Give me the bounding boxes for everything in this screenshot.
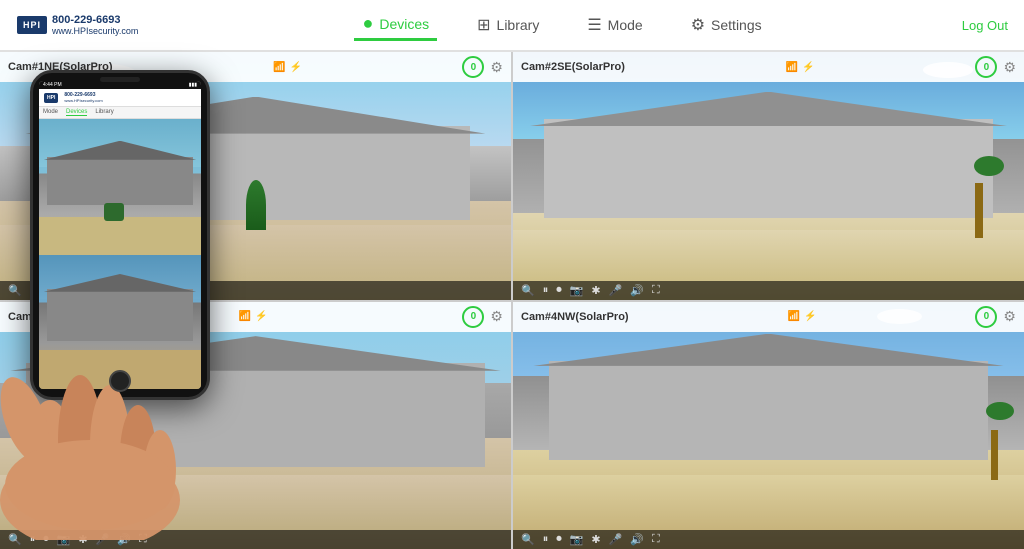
phone-time: 4:44 PM: [43, 82, 62, 88]
cam3-settings-icon[interactable]: ⚙: [490, 308, 503, 325]
phone-nav: Mode Devices Library: [39, 107, 201, 119]
cam4-label-bar: Cam#4NW(SolarPro) 📶 ⚡ 0 ⚙: [513, 302, 1024, 332]
cam3-badge: 0: [462, 306, 484, 328]
nav-library-label: Library: [497, 17, 540, 33]
camera-cell-4: Cam#4NW(SolarPro) 📶 ⚡ 0 ⚙ 🔍 ⏸ ⏺ 📷 ✱ 🎤 🔊: [513, 302, 1024, 549]
phone-nav-library[interactable]: Library: [95, 109, 113, 116]
phone-nav-mode[interactable]: Mode: [43, 109, 58, 116]
cam1-signal-icon: ⚡: [289, 62, 301, 73]
cam4-settings-icon[interactable]: ⚙: [1003, 308, 1016, 325]
cam4-ctrl-fullscreen[interactable]: ⛶: [652, 533, 660, 546]
nav-settings-label: Settings: [711, 17, 762, 33]
cam4-badge: 0: [975, 306, 997, 328]
cam2-badge: 0: [975, 56, 997, 78]
cam1-badge: 0: [462, 56, 484, 78]
cam2-label-bar: Cam#2SE(SolarPro) 📶 ⚡ 0 ⚙: [513, 52, 1024, 82]
cam2-ctrl-record[interactable]: ⏺: [556, 284, 562, 297]
main-nav: ● Devices ⊞ Library ☰ Mode ⚙ Settings: [162, 9, 961, 41]
cam4-wifi-icon: 📶: [788, 311, 800, 322]
logo-icon: HPI: [16, 15, 48, 36]
cam2-title: Cam#2SE(SolarPro): [521, 61, 625, 73]
phone-logo-box: HPI: [44, 93, 58, 103]
nav-library[interactable]: ⊞ Library: [469, 11, 547, 39]
cam4-ctrl-mic[interactable]: 🎤: [609, 533, 623, 546]
cam2-ctrl-photo[interactable]: 📷: [570, 284, 584, 297]
cam4-icons-right: 0 ⚙: [975, 306, 1016, 328]
hand-svg: [0, 220, 210, 540]
cam4-ctrl-pause[interactable]: ⏸: [543, 533, 549, 546]
logout-button[interactable]: Log Out: [962, 18, 1008, 33]
cam4-ctrl-photo[interactable]: 📷: [570, 533, 584, 546]
nav-settings[interactable]: ⚙ Settings: [683, 11, 770, 39]
cam2-ctrl-volume[interactable]: 🔊: [630, 284, 644, 297]
logo-area: HPI 800-229-6693 www.HPIsecurity.com: [16, 14, 138, 36]
cam4-ctrl-search[interactable]: 🔍: [521, 533, 535, 546]
phone-overlay: 4:44 PM ▮▮▮ HPI 800-229-6693 www.HPIsecu…: [0, 40, 270, 530]
nav-mode-label: Mode: [608, 17, 643, 33]
cam1-icons-right: 0 ⚙: [462, 56, 503, 78]
cam4-signal-icon: ⚡: [804, 311, 816, 322]
phone-home-button[interactable]: [109, 370, 131, 392]
library-grid-icon: ⊞: [477, 15, 490, 35]
cam2-settings-icon[interactable]: ⚙: [1003, 59, 1016, 76]
cam2-controls: 🔍 ⏸ ⏺ 📷 ✱ 🎤 🔊 ⛶: [513, 281, 1024, 300]
phone-header-url: www.HPIsecurity.com: [64, 98, 102, 103]
phone-signal: ▮▮▮: [189, 82, 197, 88]
cam2-ctrl-mic[interactable]: 🎤: [609, 284, 623, 297]
cam2-wifi-icon: 📶: [786, 62, 798, 73]
phone-header: HPI 800-229-6693 www.HPIsecurity.com: [39, 89, 201, 107]
nav-devices-label: Devices: [379, 16, 429, 32]
logo-url: www.HPIsecurity.com: [52, 26, 138, 36]
phone-logo-text: 800-229-6693 www.HPIsecurity.com: [64, 92, 102, 103]
app-container: HPI 800-229-6693 www.HPIsecurity.com ● D…: [0, 0, 1024, 549]
cam2-ctrl-search[interactable]: 🔍: [521, 284, 535, 297]
cam4-controls: 🔍 ⏸ ⏺ 📷 ✱ 🎤 🔊 ⛶: [513, 530, 1024, 549]
cam1-settings-icon[interactable]: ⚙: [490, 59, 503, 76]
logo-phone: 800-229-6693: [52, 14, 138, 26]
cam2-signal-icon: ⚡: [802, 62, 814, 73]
cam4-ctrl-motion[interactable]: ✱: [591, 533, 600, 546]
phone-nav-devices[interactable]: Devices: [66, 109, 87, 116]
devices-dot-icon: ●: [362, 13, 373, 34]
cam4-ctrl-record[interactable]: ⏺: [556, 533, 562, 546]
phone-status-bar: 4:44 PM ▮▮▮: [39, 81, 201, 89]
cam1-wifi-icon: 📶: [273, 62, 285, 73]
camera-cell-2: Cam#2SE(SolarPro) 📶 ⚡ 0 ⚙ 🔍 ⏸ ⏺ 📷 ✱ 🎤 🔊: [513, 52, 1024, 300]
cam2-ctrl-motion[interactable]: ✱: [591, 284, 600, 297]
cam3-icons-right: 0 ⚙: [462, 306, 503, 328]
nav-devices[interactable]: ● Devices: [354, 9, 437, 41]
logo-text: 800-229-6693 www.HPIsecurity.com: [52, 14, 138, 36]
cam2-ctrl-fullscreen[interactable]: ⛶: [652, 284, 660, 297]
cam4-title: Cam#4NW(SolarPro): [521, 311, 629, 323]
cam4-ctrl-volume[interactable]: 🔊: [630, 533, 644, 546]
mode-lines-icon: ☰: [587, 15, 601, 35]
settings-gear-icon: ⚙: [691, 15, 705, 35]
nav-mode[interactable]: ☰ Mode: [579, 11, 650, 39]
cam2-ctrl-pause[interactable]: ⏸: [543, 284, 549, 297]
cam2-icons-right: 0 ⚙: [975, 56, 1016, 78]
